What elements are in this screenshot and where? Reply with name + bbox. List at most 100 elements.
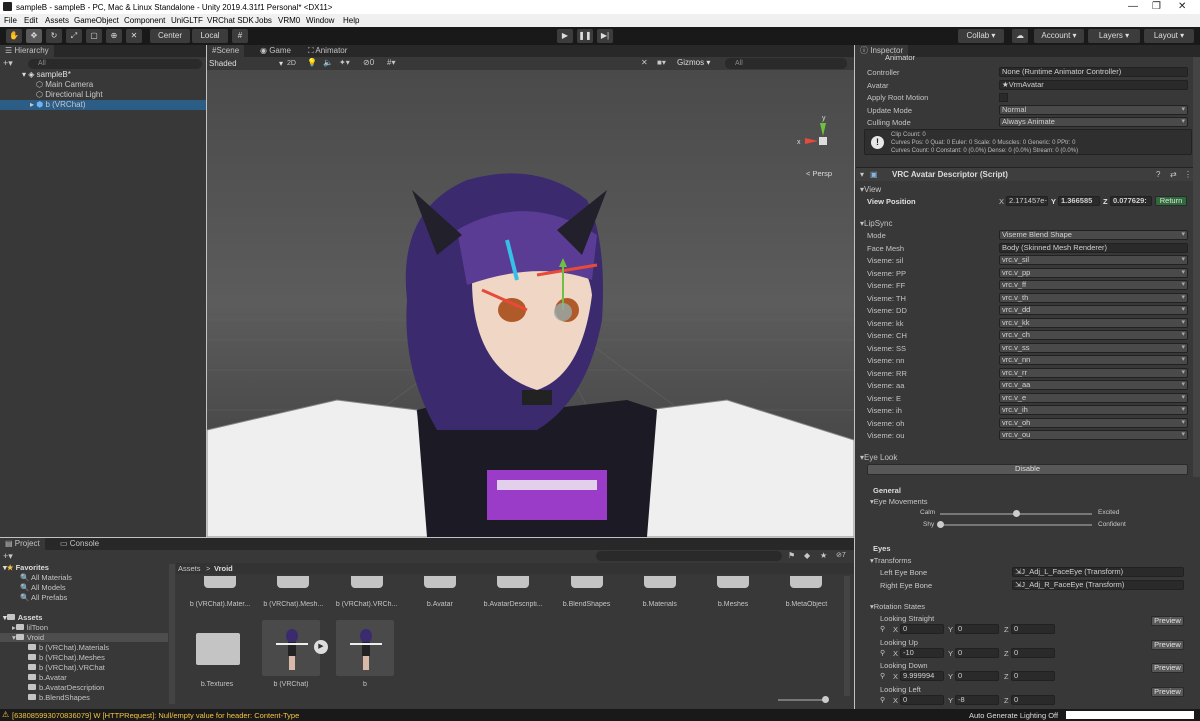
viseme-dropdown[interactable]: vrc.v_e (999, 393, 1188, 403)
maximize-icon[interactable]: ❐ (1152, 1, 1161, 12)
asset-icon[interactable] (204, 576, 236, 588)
viseme-dropdown[interactable]: vrc.v_oh (999, 418, 1188, 428)
preview-button[interactable]: Preview (1151, 616, 1184, 626)
disable-button[interactable]: Disable (867, 464, 1188, 475)
tree-avatar-description[interactable]: b.AvatarDescription (28, 683, 104, 692)
preview-button[interactable]: Preview (1151, 687, 1184, 697)
scene-search-input[interactable]: All (725, 58, 847, 69)
draw-mode-icon[interactable]: ✕ (641, 58, 648, 67)
breadcrumb-vroid[interactable]: Vroid (214, 564, 233, 573)
eye-look-section[interactable]: ▾Eye Look (860, 453, 897, 462)
return-button[interactable]: Return (1155, 196, 1187, 206)
help-icon[interactable]: ? (1156, 170, 1160, 179)
culling-mode-dropdown[interactable]: Always Animate (999, 117, 1188, 127)
grid-snap-icon[interactable]: # (232, 29, 248, 43)
gizmos-dropdown[interactable]: Gizmos ▾ (677, 58, 710, 67)
tab-project[interactable]: ▤ Project (0, 538, 45, 550)
project-search-input[interactable] (596, 551, 782, 561)
persp-label[interactable]: < Persp (806, 169, 832, 178)
prefab-thumbnail[interactable] (262, 620, 320, 676)
pivot-local-button[interactable]: Local (192, 29, 228, 43)
viseme-dropdown[interactable]: vrc.v_kk (999, 318, 1188, 328)
preview-button[interactable]: Preview (1151, 663, 1184, 673)
hierarchy-search-input[interactable]: All (28, 59, 202, 69)
viseme-dropdown[interactable]: vrc.v_th (999, 293, 1188, 303)
grid-toggle-icon[interactable]: #▾ (387, 58, 395, 67)
rotation-y-field[interactable]: 0 (955, 648, 999, 658)
viseme-dropdown[interactable]: vrc.v_dd (999, 305, 1188, 315)
rotation-z-field[interactable]: 0 (1011, 624, 1055, 634)
viseme-dropdown[interactable]: vrc.v_ch (999, 330, 1188, 340)
fav-all-materials[interactable]: 🔍 All Materials (20, 573, 72, 582)
menu-vrchat-sdk[interactable]: VRChat SDK (207, 16, 254, 25)
more-icon[interactable]: ⋮ (1184, 170, 1192, 179)
asset-icon[interactable] (790, 576, 823, 588)
asset-icon[interactable] (570, 576, 603, 588)
avatar-field[interactable]: ★VrmAvatar (999, 80, 1188, 90)
move-tool-icon[interactable]: ✥ (26, 29, 42, 43)
filter-type-icon[interactable]: ⚑ (788, 551, 795, 560)
menu-vrm0[interactable]: VRM0 (278, 16, 300, 25)
face-mesh-field[interactable]: Body (Skinned Mesh Renderer) (999, 243, 1188, 253)
favorite-star-icon[interactable]: ★ (820, 551, 827, 560)
assets-header[interactable]: ▾ Assets (3, 613, 42, 622)
favorites-header[interactable]: ▾★ Favorites (3, 563, 49, 572)
shy-confident-slider[interactable] (940, 524, 1092, 526)
viseme-dropdown[interactable]: vrc.v_ou (999, 430, 1188, 440)
lighting-status[interactable]: Auto Generate Lighting Off (969, 711, 1058, 720)
link-icon[interactable]: ⚲ (880, 696, 885, 704)
hidden-objects-icon[interactable]: ⊘0 (363, 58, 374, 67)
tab-scene[interactable]: #Scene (207, 45, 245, 57)
right-eye-field[interactable]: ⇲J_Adj_R_FaceEye (Transform) (1012, 580, 1184, 590)
custom-tool-icon[interactable]: ✕ (126, 29, 142, 43)
asset-icon[interactable] (497, 576, 530, 588)
update-mode-dropdown[interactable]: Normal (999, 105, 1188, 115)
list-item-directional-light[interactable]: ⬡ Directional Light (0, 90, 103, 100)
tree-blendshapes[interactable]: b.BlendShapes (28, 693, 90, 702)
asset-icon[interactable] (277, 576, 310, 588)
view-section[interactable]: ▾View (860, 185, 881, 194)
menu-assets[interactable]: Assets (45, 16, 69, 25)
effects-dropdown-icon[interactable]: ✦▾ (339, 58, 350, 67)
viseme-dropdown[interactable]: vrc.v_sil (999, 255, 1188, 265)
tree-liltoon[interactable]: ▸ lilToon (12, 623, 48, 632)
hidden-packages-icon[interactable]: ⊘7 (836, 551, 846, 559)
inspector-scrollbar[interactable] (1193, 57, 1200, 477)
rotation-states-foldout[interactable]: ▾Rotation States (870, 602, 925, 611)
view-position-x[interactable]: 2.171457e- (1006, 196, 1048, 206)
rotation-z-field[interactable]: 0 (1011, 695, 1055, 705)
menu-gameobject[interactable]: GameObject (74, 16, 119, 25)
view-position-y[interactable]: 1.366585 (1058, 196, 1100, 206)
viseme-dropdown[interactable]: vrc.v_ss (999, 343, 1188, 353)
viseme-dropdown[interactable]: vrc.v_nn (999, 355, 1188, 365)
tab-hierarchy[interactable]: ☰ Hierarchy (0, 45, 54, 57)
filter-label-icon[interactable]: ◆ (804, 551, 810, 560)
lipsync-mode-dropdown[interactable]: Viseme Blend Shape (999, 230, 1188, 240)
eye-movements-foldout[interactable]: ▾Eye Movements (870, 497, 928, 506)
link-icon[interactable]: ⚲ (880, 672, 885, 680)
rotation-z-field[interactable]: 0 (1011, 671, 1055, 681)
hand-tool-icon[interactable]: ✋ (6, 29, 22, 43)
scene-canvas[interactable]: y x < Persp (207, 70, 854, 537)
viseme-dropdown[interactable]: vrc.v_aa (999, 380, 1188, 390)
rotation-y-field[interactable]: 0 (955, 671, 999, 681)
list-item-b-vrchat[interactable]: ▸ ⬢ b (VRChat) (0, 100, 206, 110)
create-plus-icon[interactable]: +▾ (3, 58, 13, 69)
asset-scrollbar[interactable] (844, 576, 850, 696)
tab-animator[interactable]: ⛶ Animator (303, 45, 352, 57)
expand-prefab-icon[interactable]: ▶ (314, 640, 328, 654)
fav-all-models[interactable]: 🔍 All Models (20, 583, 66, 592)
asset-icon[interactable] (717, 576, 750, 588)
asset-icon[interactable] (350, 576, 383, 588)
pause-icon[interactable]: ❚❚ (577, 29, 593, 43)
asset-icon[interactable] (643, 576, 676, 588)
menu-unigltf[interactable]: UniGLTF (171, 16, 203, 25)
rotate-tool-icon[interactable]: ↻ (46, 29, 62, 43)
minimize-icon[interactable]: — (1128, 1, 1138, 12)
tree-materials[interactable]: b (VRChat).Materials (28, 643, 109, 652)
menu-jobs[interactable]: Jobs (255, 16, 272, 25)
link-icon[interactable]: ⚲ (880, 649, 885, 657)
tree-vroid[interactable]: ▾ Vroid (0, 633, 168, 642)
viseme-dropdown[interactable]: vrc.v_rr (999, 368, 1188, 378)
audio-toggle-icon[interactable]: 🔈 (323, 58, 333, 67)
